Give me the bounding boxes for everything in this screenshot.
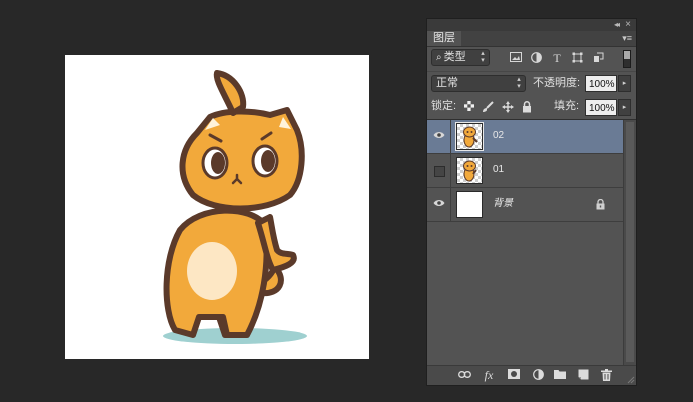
filter-kind-select[interactable]: ⌕ 类型 ▴ ▾	[431, 49, 490, 66]
opacity-dropdown-button[interactable]: ▸	[618, 75, 631, 92]
type-filter-icon[interactable]: T	[550, 52, 564, 64]
fill-field[interactable]: 100%	[585, 99, 617, 116]
link-layers-icon[interactable]	[457, 369, 471, 382]
layer-row[interactable]: 背景	[427, 188, 623, 222]
visibility-toggle[interactable]	[427, 188, 451, 221]
layers-scrollbar[interactable]	[623, 120, 636, 367]
lock-fill-row: 锁定: 填充: 100% ▸	[427, 95, 636, 120]
close-icon[interactable]: ×	[625, 19, 631, 30]
lock-icon	[596, 199, 605, 210]
layer-row[interactable]: 02	[427, 120, 623, 154]
layer-name[interactable]: 01	[493, 163, 504, 177]
layers-list: 02 01 背景	[427, 120, 623, 367]
lock-transparent-pixels-icon[interactable]	[463, 101, 475, 113]
smart-object-filter-icon[interactable]	[591, 52, 605, 64]
lock-all-icon[interactable]	[521, 101, 533, 113]
lock-label: 锁定:	[431, 100, 457, 112]
adjustment-filter-icon[interactable]	[529, 52, 543, 64]
add-mask-icon[interactable]	[507, 369, 521, 382]
fill-dropdown-button[interactable]: ▸	[618, 99, 631, 116]
layer-name[interactable]: 02	[493, 129, 504, 143]
hidden-visibility-box[interactable]	[434, 166, 445, 177]
layer-thumbnail[interactable]	[455, 122, 484, 151]
cat-illustration	[163, 70, 307, 344]
visibility-toggle[interactable]	[427, 154, 451, 187]
search-icon: ⌕	[436, 52, 442, 63]
eye-icon[interactable]	[433, 131, 445, 139]
delete-layer-icon[interactable]	[599, 369, 613, 382]
layers-bottom-toolbar: fx	[427, 365, 636, 385]
double-chevron-icon[interactable]: ◂◂	[614, 20, 620, 30]
tab-layers[interactable]: 图层	[427, 31, 461, 46]
layer-row[interactable]: 01	[427, 154, 623, 188]
blend-mode-select[interactable]: 正常 ▴ ▾	[431, 75, 526, 92]
resize-grip-icon[interactable]	[627, 376, 635, 384]
opacity-field[interactable]: 100%	[585, 75, 617, 92]
layer-thumbnail[interactable]	[456, 157, 483, 184]
layers-panel: ◂◂ × 图层 ▾≡ ⌕ 类型 ▴ ▾ T 正常 ▴ ▾ 不透明度: 100% …	[426, 18, 637, 386]
fx-label: fx	[484, 368, 494, 382]
lock-image-pixels-icon[interactable]	[482, 101, 494, 113]
fx-icon[interactable]: fx	[482, 369, 496, 382]
filter-toggle-switch[interactable]	[623, 50, 631, 68]
layer-thumbnail[interactable]	[456, 191, 483, 218]
up-down-arrows-icon: ▴ ▾	[517, 76, 521, 90]
layer-name[interactable]: 背景	[493, 197, 513, 211]
layer-filter-row: ⌕ 类型 ▴ ▾ T	[427, 47, 636, 72]
filter-kind-label: 类型	[443, 51, 466, 63]
up-down-arrows-icon: ▴ ▾	[481, 50, 485, 64]
image-filter-icon[interactable]	[509, 52, 523, 64]
lock-position-icon[interactable]	[502, 101, 514, 113]
document-canvas[interactable]	[65, 55, 369, 359]
new-layer-icon[interactable]	[576, 369, 590, 382]
panel-tab-bar: 图层 ▾≡	[427, 31, 636, 47]
blend-opacity-row: 正常 ▴ ▾ 不透明度: 100% ▸	[427, 71, 636, 95]
adjustment-layer-icon[interactable]	[531, 369, 545, 382]
eye-icon[interactable]	[433, 199, 445, 207]
new-group-icon[interactable]	[553, 369, 567, 382]
panel-title-bar[interactable]: ◂◂ ×	[427, 19, 636, 31]
blend-mode-value: 正常	[436, 77, 458, 89]
panel-menu-icon[interactable]: ▾≡	[622, 32, 632, 44]
shape-filter-icon[interactable]	[570, 52, 584, 64]
fill-label: 填充:	[554, 100, 580, 112]
cat-belly	[187, 242, 237, 300]
opacity-label: 不透明度:	[533, 77, 581, 89]
scrollbar-thumb[interactable]	[626, 122, 634, 362]
visibility-toggle[interactable]	[427, 120, 451, 153]
